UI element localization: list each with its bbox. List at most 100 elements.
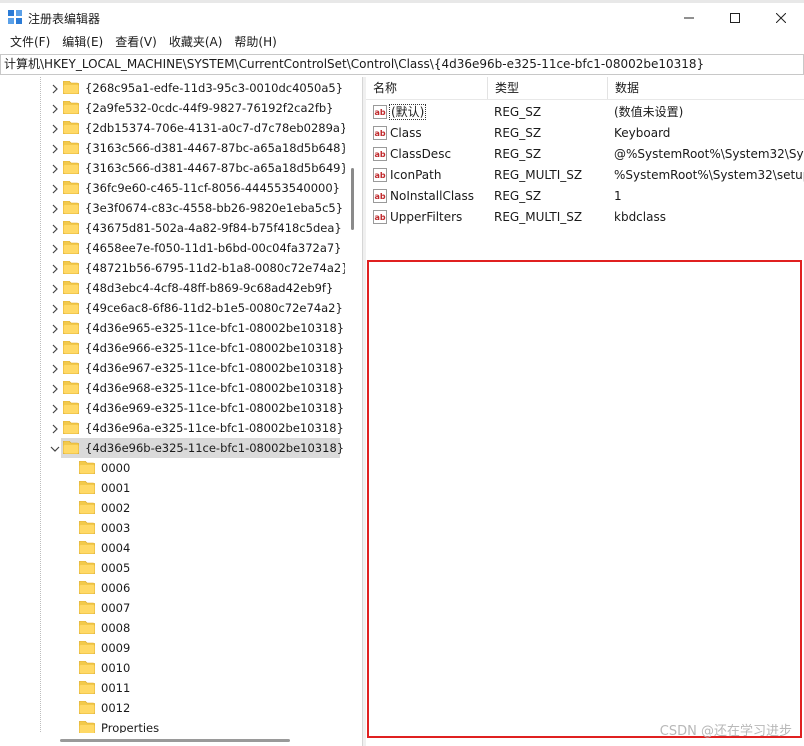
folder-icon bbox=[62, 340, 80, 355]
minimize-button[interactable] bbox=[666, 3, 712, 32]
expand-chevron-icon[interactable] bbox=[50, 403, 60, 414]
tree-item-class-key[interactable]: {268c95a1-edfe-11d3-95c3-0010dc4050a5} bbox=[0, 78, 345, 98]
tree-item-label: 0007 bbox=[101, 601, 131, 615]
tree-item-class-key[interactable]: {3163c566-d381-4467-87bc-a65a18d5b648} bbox=[0, 138, 348, 158]
tree-item-subkey[interactable]: 0009 bbox=[0, 638, 345, 658]
value-row[interactable]: ab Class REG_SZ Keyboard bbox=[366, 123, 804, 144]
tree-item-class-key[interactable]: {36fc9e60-c465-11cf-8056-444553540000} bbox=[0, 178, 345, 198]
tree-item-label: 0002 bbox=[101, 501, 131, 515]
tree-item-class-key[interactable]: {43675d81-502a-4a82-9f84-b75f418c5dea} bbox=[0, 218, 345, 238]
value-row[interactable]: ab UpperFilters REG_MULTI_SZ kbdclass bbox=[366, 207, 804, 228]
expand-chevron-icon[interactable] bbox=[50, 83, 60, 94]
tree-item-label: 0004 bbox=[101, 541, 131, 555]
value-name: NoInstallClass bbox=[390, 189, 475, 203]
tree-item-subkey[interactable]: 0012 bbox=[0, 698, 345, 718]
registry-app-icon bbox=[8, 10, 22, 24]
value-row[interactable]: ab IconPath REG_MULTI_SZ %SystemRoot%\Syste… bbox=[366, 165, 804, 186]
maximize-button[interactable] bbox=[712, 3, 758, 32]
tree-item-label: {2db15374-706e-4131-a0c7-d7c78eb0289a} bbox=[85, 121, 348, 135]
tree-item-class-key[interactable]: {3163c566-d381-4467-87bc-a65a18d5b649} bbox=[0, 158, 348, 178]
expand-chevron-icon[interactable] bbox=[50, 243, 60, 254]
expand-chevron-icon[interactable] bbox=[50, 423, 60, 434]
expand-chevron-icon[interactable] bbox=[50, 343, 60, 354]
value-name: ClassDesc bbox=[390, 147, 452, 161]
menu-favorites[interactable]: 收藏夹(A) bbox=[163, 33, 229, 52]
tree-item-subkey[interactable]: 0001 bbox=[0, 478, 345, 498]
close-button[interactable] bbox=[758, 3, 804, 32]
tree-item-class-key[interactable]: {48d3ebc4-4cf8-48ff-b869-9c68ad42eb9f} bbox=[0, 278, 345, 298]
address-bar[interactable]: 计算机\HKEY_LOCAL_MACHINE\SYSTEM\CurrentCon… bbox=[0, 54, 804, 75]
tree-item-selected-key[interactable]: {4d36e96b-e325-11ce-bfc1-08002be10318} bbox=[0, 438, 345, 458]
tree-item-subkey[interactable]: 0003 bbox=[0, 518, 345, 538]
tree-item-label: {4d36e967-e325-11ce-bfc1-08002be10318} bbox=[85, 361, 345, 375]
tree-item-label: {268c95a1-edfe-11d3-95c3-0010dc4050a5} bbox=[85, 81, 344, 95]
tree-item-subkey[interactable]: 0011 bbox=[0, 678, 345, 698]
menu-help[interactable]: 帮助(H) bbox=[228, 33, 282, 52]
menu-edit[interactable]: 编辑(E) bbox=[56, 33, 109, 52]
expand-chevron-icon[interactable] bbox=[50, 203, 60, 214]
expand-chevron-icon[interactable] bbox=[50, 143, 60, 154]
string-value-icon: ab bbox=[373, 126, 387, 140]
collapse-chevron-icon[interactable] bbox=[50, 443, 60, 453]
value-data: 1 bbox=[614, 189, 622, 203]
tree-item-class-key[interactable]: {4658ee7e-f050-11d1-b6bd-00c04fa372a7} bbox=[0, 238, 345, 258]
value-row[interactable]: ab ClassDesc REG_SZ @%SystemRoot%\System32\… bbox=[366, 144, 804, 165]
expand-chevron-icon[interactable] bbox=[50, 363, 60, 374]
tree-item-label: {4d36e966-e325-11ce-bfc1-08002be10318} bbox=[85, 341, 345, 355]
tree-item-class-key[interactable]: {4d36e968-e325-11ce-bfc1-08002be10318} bbox=[0, 378, 345, 398]
value-row[interactable]: ab NoInstallClass REG_SZ 1 bbox=[366, 186, 804, 207]
value-name: (默认) bbox=[388, 104, 427, 120]
expand-chevron-icon[interactable] bbox=[50, 263, 60, 274]
tree-item-label: {4d36e96a-e325-11ce-bfc1-08002be10318} bbox=[85, 421, 344, 435]
tree-item-class-key[interactable]: {3e3f0674-c83c-4558-bb26-9820e1eba5c5} bbox=[0, 198, 345, 218]
expand-chevron-icon[interactable] bbox=[50, 303, 60, 314]
key-tree[interactable]: {268c95a1-edfe-11d3-95c3-0010dc4050a5} {2… bbox=[0, 77, 362, 746]
title-bar[interactable]: 注册表编辑器 bbox=[0, 3, 804, 32]
tree-item-subkey[interactable]: 0006 bbox=[0, 578, 345, 598]
maximize-icon bbox=[730, 12, 740, 23]
expand-chevron-icon[interactable] bbox=[50, 283, 60, 294]
expand-chevron-icon[interactable] bbox=[50, 123, 60, 134]
tree-item-subkey[interactable]: 0002 bbox=[0, 498, 345, 518]
column-header-name[interactable]: 名称 bbox=[366, 77, 488, 99]
folder-icon bbox=[62, 200, 80, 215]
tree-item-subkey[interactable]: 0000 bbox=[0, 458, 345, 478]
tree-item-subkey[interactable]: 0010 bbox=[0, 658, 345, 678]
tree-item-class-key[interactable]: {2a9fe532-0cdc-44f9-9827-76192f2ca2fb} bbox=[0, 98, 345, 118]
tree-item-class-key[interactable]: {4d36e969-e325-11ce-bfc1-08002be10318} bbox=[0, 398, 345, 418]
tree-item-subkey[interactable]: 0005 bbox=[0, 558, 345, 578]
column-header-data[interactable]: 数据 bbox=[608, 77, 804, 99]
expand-chevron-icon[interactable] bbox=[50, 383, 60, 394]
tree-item-class-key[interactable]: {4d36e966-e325-11ce-bfc1-08002be10318} bbox=[0, 338, 345, 358]
expand-chevron-icon[interactable] bbox=[50, 183, 60, 194]
folder-icon bbox=[78, 520, 96, 535]
tree-vertical-scroll-thumb[interactable] bbox=[351, 168, 354, 230]
tree-item-subkey[interactable]: 0008 bbox=[0, 618, 345, 638]
folder-icon bbox=[62, 320, 80, 335]
folder-icon bbox=[62, 160, 80, 175]
value-row[interactable]: ab (默认) REG_SZ (数值未设置) bbox=[366, 102, 804, 123]
svg-text:ab: ab bbox=[375, 129, 386, 138]
column-header-type[interactable]: 类型 bbox=[488, 77, 608, 99]
expand-chevron-icon[interactable] bbox=[50, 103, 60, 114]
tree-item-class-key[interactable]: {4d36e96a-e325-11ce-bfc1-08002be10318} bbox=[0, 418, 345, 438]
menu-file[interactable]: 文件(F) bbox=[4, 33, 56, 52]
tree-item-class-key[interactable]: {48721b56-6795-11d2-b1a8-0080c72e74a2} bbox=[0, 258, 349, 278]
tree-item-label: {4d36e965-e325-11ce-bfc1-08002be10318} bbox=[85, 321, 345, 335]
tree-item-class-key[interactable]: {4d36e967-e325-11ce-bfc1-08002be10318} bbox=[0, 358, 345, 378]
tree-item-subkey[interactable]: 0007 bbox=[0, 598, 345, 618]
tree-horizontal-scroll-thumb[interactable] bbox=[60, 739, 290, 742]
expand-chevron-icon[interactable] bbox=[50, 163, 60, 174]
string-value-icon: ab bbox=[373, 189, 387, 203]
tree-item-subkey[interactable]: 0004 bbox=[0, 538, 345, 558]
tree-item-class-key[interactable]: {49ce6ac8-6f86-11d2-b1e5-0080c72e74a2} bbox=[0, 298, 345, 318]
window-title: 注册表编辑器 bbox=[28, 12, 101, 26]
tree-item-label: {4d36e969-e325-11ce-bfc1-08002be10318} bbox=[85, 401, 345, 415]
menu-view[interactable]: 查看(V) bbox=[109, 33, 163, 52]
folder-icon bbox=[78, 660, 96, 675]
expand-chevron-icon[interactable] bbox=[50, 323, 60, 334]
tree-item-class-key[interactable]: {4d36e965-e325-11ce-bfc1-08002be10318} bbox=[0, 318, 345, 338]
watermark: CSDN @还在学习进步 bbox=[659, 724, 792, 739]
expand-chevron-icon[interactable] bbox=[50, 223, 60, 234]
tree-item-class-key[interactable]: {2db15374-706e-4131-a0c7-d7c78eb0289a} bbox=[0, 118, 348, 138]
